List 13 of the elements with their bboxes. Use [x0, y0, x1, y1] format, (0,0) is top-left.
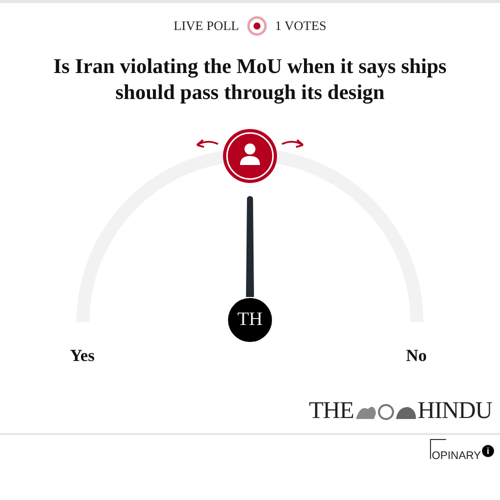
- live-poll-label: LIVE POLL: [174, 17, 239, 36]
- poll-question: Is Iran violating the MoU when it says ships should pass through its design: [52, 53, 448, 105]
- info-button[interactable]: i: [482, 445, 494, 457]
- vote-count: 1 VOTES: [274, 17, 326, 36]
- brand-link[interactable]: OPINARY: [432, 450, 481, 462]
- logo-text: THE: [308, 397, 354, 426]
- answer-label: Yes: [70, 345, 95, 367]
- slider-handle[interactable]: [196, 129, 304, 183]
- center-badge: TH: [228, 298, 272, 342]
- emblem-drawing: [354, 401, 418, 421]
- logo-text: HINDU: [418, 397, 492, 426]
- live-dot-icon: [246, 16, 267, 36]
- answer-label: No: [406, 345, 427, 367]
